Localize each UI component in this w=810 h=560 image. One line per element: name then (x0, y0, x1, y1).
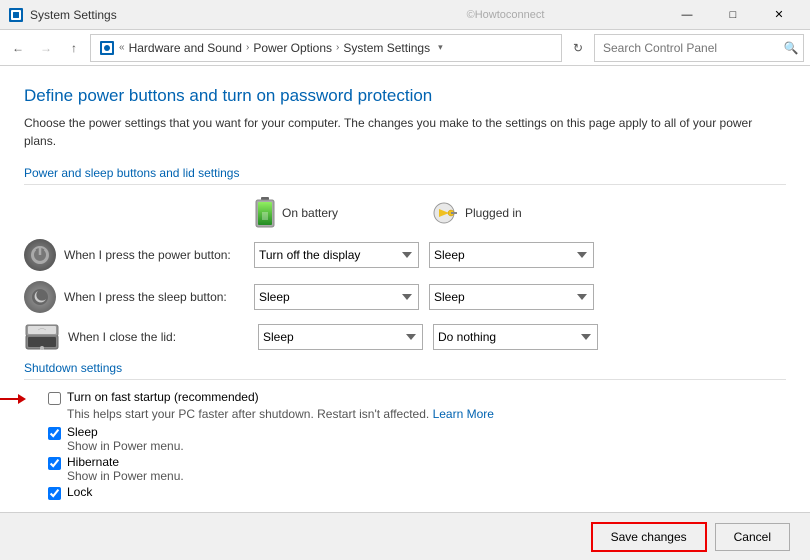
sleep-button-pluggedin-select[interactable]: Sleep Do nothing Hibernate Shut down (429, 284, 594, 310)
power-section: Power and sleep buttons and lid settings (24, 166, 786, 351)
refresh-button[interactable]: ↻ (566, 36, 590, 60)
hibernate-checkbox-row: Hibernate Show in Power menu. (24, 455, 786, 483)
sleep-checkbox-row: Sleep Show in Power menu. (24, 425, 786, 453)
fast-startup-row: Turn on fast startup (recommended) (48, 390, 786, 405)
sleep-checkbox-desc: Show in Power menu. (67, 439, 184, 453)
power-section-header: Power and sleep buttons and lid settings (24, 166, 786, 185)
sleep-button-icon (24, 281, 56, 313)
path-hardware: Hardware and Sound (129, 41, 242, 55)
power-button-label: When I press the power button: (64, 248, 254, 262)
lid-pluggedin-select[interactable]: Do nothing Sleep Hibernate Shut down (433, 324, 598, 350)
path-sep-3: › (336, 42, 339, 53)
forward-button[interactable]: → (34, 36, 58, 60)
pluggedin-column-header: Plugged in (429, 201, 604, 225)
fast-startup-checkbox[interactable] (48, 392, 61, 405)
hibernate-checkbox[interactable] (48, 457, 61, 470)
fast-startup-desc: This helps start your PC faster after sh… (48, 407, 786, 421)
minimize-button[interactable]: — (664, 0, 710, 30)
lid-selects: Sleep Do nothing Hibernate Shut down Do … (258, 324, 608, 350)
lid-icon (24, 323, 60, 351)
sleep-button-label: When I press the sleep button: (64, 290, 254, 304)
hibernate-checkbox-label[interactable]: Hibernate (67, 455, 119, 469)
battery-label: On battery (282, 206, 338, 220)
sleep-checkbox[interactable] (48, 427, 61, 440)
battery-column-header: On battery (254, 197, 429, 229)
close-button[interactable]: ✕ (756, 0, 802, 30)
power-column-headers: On battery Plugged in (24, 197, 786, 229)
power-button-selects: Turn off the display Do nothing Sleep Hi… (254, 242, 604, 268)
page-title: Define power buttons and turn on passwor… (24, 86, 786, 106)
power-button-icon (24, 239, 56, 271)
fast-startup-label[interactable]: Turn on fast startup (recommended) (67, 390, 259, 404)
path-sep-2: › (246, 42, 249, 53)
title-bar: System Settings ©Howtoconnect — □ ✕ (0, 0, 810, 30)
sleep-button-selects: Sleep Do nothing Hibernate Shut down Sle… (254, 284, 604, 310)
hibernate-checkbox-desc: Show in Power menu. (67, 469, 184, 483)
search-wrapper: 🔍 (594, 34, 804, 62)
control-panel-icon (99, 40, 115, 56)
power-button-pluggedin-select[interactable]: Sleep Do nothing Hibernate Shut down Tur… (429, 242, 594, 268)
pluggedin-label: Plugged in (465, 206, 522, 220)
path-current: System Settings (343, 41, 430, 55)
hibernate-checkbox-content: Hibernate Show in Power menu. (67, 455, 184, 483)
learn-more-link[interactable]: Learn More (433, 407, 494, 421)
path-power-options: Power Options (253, 41, 332, 55)
window-icon (8, 7, 24, 23)
lid-row: When I close the lid: Sleep Do nothing H… (24, 323, 786, 351)
window-title: System Settings (30, 8, 347, 22)
sleep-button-battery-select[interactable]: Sleep Do nothing Hibernate Shut down (254, 284, 419, 310)
bottom-bar: Save changes Cancel (0, 512, 810, 560)
power-button-battery-select[interactable]: Turn off the display Do nothing Sleep Hi… (254, 242, 419, 268)
sleep-checkbox-label[interactable]: Sleep (67, 425, 98, 439)
lid-battery-select[interactable]: Sleep Do nothing Hibernate Shut down (258, 324, 423, 350)
back-button[interactable]: ← (6, 36, 30, 60)
search-input[interactable] (594, 34, 804, 62)
arrow-indicator (0, 394, 26, 404)
lid-label: When I close the lid: (68, 330, 258, 344)
shutdown-section-header: Shutdown settings (24, 361, 786, 380)
maximize-button[interactable]: □ (710, 0, 756, 30)
search-button[interactable]: 🔍 (780, 37, 802, 59)
fast-startup-desc-text: This helps start your PC faster after sh… (67, 407, 433, 421)
lock-checkbox-row: Lock (24, 485, 786, 500)
shutdown-section: Shutdown settings Turn on fast startup (… (24, 361, 786, 500)
power-icon-svg (30, 245, 50, 265)
arrow-line (0, 398, 18, 400)
lock-checkbox[interactable] (48, 487, 61, 500)
save-changes-button[interactable]: Save changes (591, 522, 707, 552)
power-button-row: When I press the power button: Turn off … (24, 239, 786, 271)
window-controls: — □ ✕ (664, 0, 802, 30)
lock-checkbox-content: Lock (67, 485, 92, 499)
battery-icon (254, 197, 276, 229)
lock-checkbox-label[interactable]: Lock (67, 485, 92, 499)
main-content: Define power buttons and turn on passwor… (0, 66, 810, 512)
lid-icon-svg (24, 323, 60, 351)
arrow-head (18, 394, 26, 404)
sleep-icon-svg (30, 287, 50, 307)
up-button[interactable]: ↑ (62, 36, 86, 60)
path-sep-1: « (119, 42, 125, 53)
sleep-button-row: When I press the sleep button: Sleep Do … (24, 281, 786, 313)
page-description: Choose the power settings that you want … (24, 114, 786, 150)
path-dropdown-icon: ▾ (438, 42, 443, 53)
address-bar: ← → ↑ « Hardware and Sound › Power Optio… (0, 30, 810, 66)
fast-startup-container: Turn on fast startup (recommended) This … (24, 390, 786, 421)
address-path[interactable]: « Hardware and Sound › Power Options › S… (90, 34, 562, 62)
sleep-checkbox-content: Sleep Show in Power menu. (67, 425, 184, 453)
watermark: ©Howtoconnect (347, 9, 664, 21)
cancel-button[interactable]: Cancel (715, 523, 790, 551)
pluggedin-icon (429, 201, 459, 225)
